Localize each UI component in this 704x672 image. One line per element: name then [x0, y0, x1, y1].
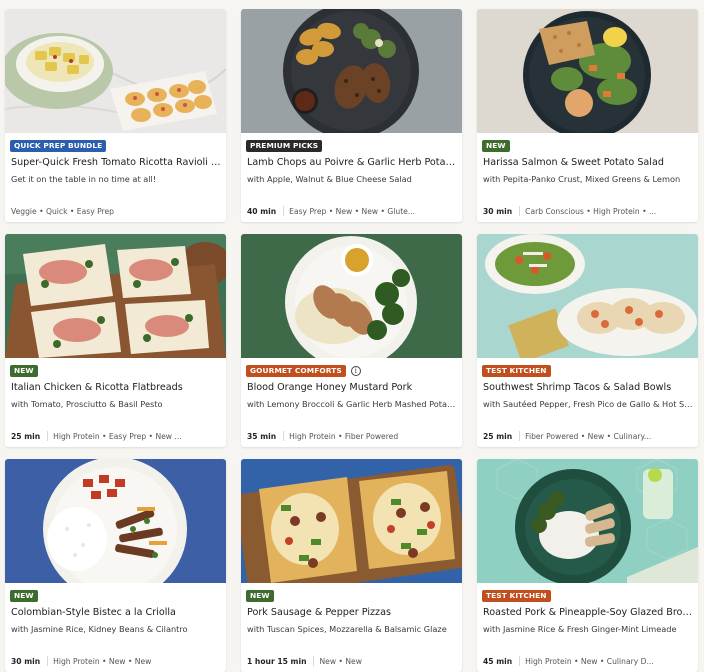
recipe-title[interactable]: Colombian-Style Bistec a la Criolla	[11, 607, 222, 618]
recipe-badge: PREMIUM PICKS	[246, 139, 323, 152]
recipe-meta: 25 min High Protein • Easy Prep • New ..…	[11, 430, 222, 442]
recipe-badge: NEW	[246, 589, 274, 602]
recipe-meta: 25 min Fiber Powered • New • Culinary...	[483, 430, 694, 442]
meta-divider	[47, 431, 49, 441]
recipe-subtitle: with Sautéed Pepper, Fresh Pico de Gallo…	[483, 399, 694, 409]
recipe-badge: TEST KITCHEN	[482, 364, 551, 377]
recipe-image[interactable]	[5, 9, 226, 133]
recipe-card[interactable]: TEST KITCHEN Roasted Pork & Pineapple-So…	[477, 459, 698, 672]
meta-divider	[519, 206, 521, 216]
recipe-card[interactable]: NEW Colombian-Style Bistec a la Criolla …	[5, 459, 226, 672]
recipe-badge: NEW	[10, 589, 38, 602]
recipe-tags: High Protein • Fiber Powered	[289, 431, 399, 441]
recipe-meta: 35 min High Protein • Fiber Powered	[247, 430, 458, 442]
recipe-subtitle: with Lemony Broccoli & Garlic Herb Mashe…	[247, 399, 458, 409]
meta-divider	[283, 431, 285, 441]
recipe-tags: Carb Conscious • High Protein • ...	[525, 206, 657, 216]
recipe-title[interactable]: Lamb Chops au Poivre & Garlic Herb Potat…	[247, 157, 458, 168]
recipe-time: 25 min	[11, 431, 41, 441]
recipe-title[interactable]: Blood Orange Honey Mustard Pork	[247, 382, 458, 393]
recipe-image[interactable]	[477, 234, 698, 358]
recipe-card[interactable]: GOURMET COMFORTS i Blood Orange Honey Mu…	[241, 234, 462, 447]
recipe-badge: QUICK PREP BUNDLE	[10, 139, 107, 152]
recipe-title[interactable]: Italian Chicken & Ricotta Flatbreads	[11, 382, 222, 393]
recipe-image[interactable]	[241, 234, 462, 358]
recipe-card[interactable]: NEW Italian Chicken & Ricotta Flatbreads…	[5, 234, 226, 447]
recipe-subtitle: with Apple, Walnut & Blue Cheese Salad	[247, 174, 412, 184]
recipe-tags: High Protein • Easy Prep • New ...	[53, 431, 182, 441]
recipe-image[interactable]	[5, 234, 226, 358]
recipe-badge: NEW	[10, 364, 38, 377]
recipe-time: 30 min	[11, 656, 41, 666]
meta-divider	[519, 656, 521, 666]
recipe-subtitle: with Tuscan Spices, Mozzarella & Balsami…	[247, 624, 447, 634]
recipe-image[interactable]	[5, 459, 226, 583]
recipe-title[interactable]: Pork Sausage & Pepper Pizzas	[247, 607, 458, 618]
recipe-time: 40 min	[247, 206, 277, 216]
recipe-meta: 30 min Carb Conscious • High Protein • .…	[483, 205, 694, 217]
recipe-meta: 40 min Easy Prep • New • New • Glute...	[247, 205, 458, 217]
recipe-meta: 30 min High Protein • New • New	[11, 655, 222, 667]
meta-divider	[47, 656, 49, 666]
recipe-card[interactable]: NEW Harissa Salmon & Sweet Potato Salad …	[477, 9, 698, 222]
recipe-image[interactable]	[477, 459, 698, 583]
recipe-grid: QUICK PREP BUNDLE Super-Quick Fresh Toma…	[0, 0, 704, 672]
recipe-time: 30 min	[483, 206, 513, 216]
recipe-meta: Veggie • Quick • Easy Prep	[11, 205, 222, 217]
recipe-badge: NEW	[482, 139, 510, 152]
recipe-subtitle: with Pepita-Panko Crust, Mixed Greens & …	[483, 174, 681, 184]
recipe-meta: 1 hour 15 min New • New	[247, 655, 458, 667]
recipe-image[interactable]	[241, 9, 462, 133]
recipe-tags: Easy Prep • New • New • Glute...	[289, 206, 416, 216]
recipe-title[interactable]: Roasted Pork & Pineapple-Soy Glazed Broc…	[483, 607, 694, 618]
recipe-card[interactable]: QUICK PREP BUNDLE Super-Quick Fresh Toma…	[5, 9, 226, 222]
recipe-title[interactable]: Southwest Shrimp Tacos & Salad Bowls	[483, 382, 694, 393]
recipe-tags: High Protein • New • New	[53, 656, 152, 666]
recipe-tags: Veggie • Quick • Easy Prep	[11, 206, 114, 216]
recipe-image[interactable]	[241, 459, 462, 583]
recipe-card[interactable]: TEST KITCHEN Southwest Shrimp Tacos & Sa…	[477, 234, 698, 447]
recipe-subtitle: with Jasmine Rice, Kidney Beans & Cilant…	[11, 624, 188, 634]
recipe-subtitle: with Jasmine Rice & Fresh Ginger-Mint Li…	[483, 624, 677, 634]
recipe-title[interactable]: Harissa Salmon & Sweet Potato Salad	[483, 157, 694, 168]
recipe-title[interactable]: Super-Quick Fresh Tomato Ricotta Ravioli…	[11, 157, 222, 168]
recipe-badge: GOURMET COMFORTS	[246, 364, 346, 377]
recipe-tags: Fiber Powered • New • Culinary...	[525, 431, 652, 441]
recipe-subtitle: Get it on the table in no time at all!	[11, 174, 157, 184]
meta-divider	[283, 206, 285, 216]
recipe-badge: TEST KITCHEN	[482, 589, 551, 602]
recipe-time: 35 min	[247, 431, 277, 441]
recipe-card[interactable]: PREMIUM PICKS Lamb Chops au Poivre & Gar…	[241, 9, 462, 222]
recipe-tags: High Protein • New • Culinary D...	[525, 656, 654, 666]
recipe-time: 25 min	[483, 431, 513, 441]
recipe-subtitle: with Tomato, Prosciutto & Basil Pesto	[11, 399, 163, 409]
meta-divider	[313, 656, 315, 666]
meta-divider	[519, 431, 521, 441]
recipe-card[interactable]: NEW Pork Sausage & Pepper Pizzas with Tu…	[241, 459, 462, 672]
recipe-time: 45 min	[483, 656, 513, 666]
recipe-image[interactable]	[477, 9, 698, 133]
recipe-time: 1 hour 15 min	[247, 656, 307, 666]
info-icon[interactable]: i	[350, 365, 361, 376]
recipe-tags: New • New	[319, 656, 362, 666]
recipe-meta: 45 min High Protein • New • Culinary D..…	[483, 655, 694, 667]
